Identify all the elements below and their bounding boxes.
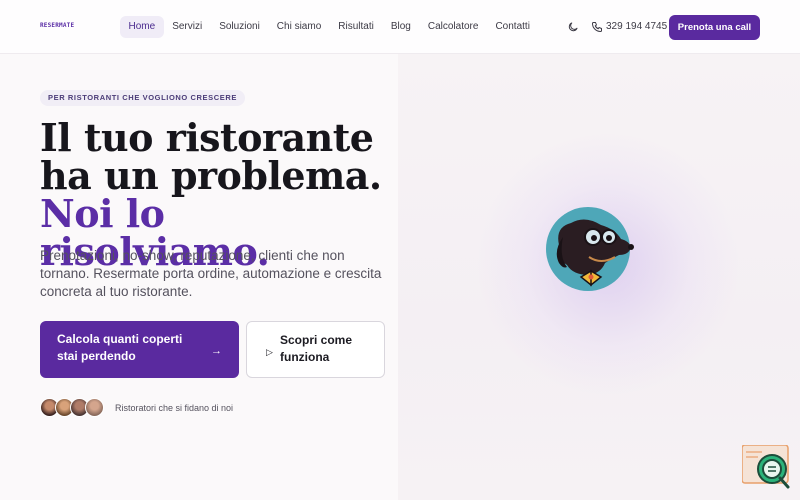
- play-icon: ▷: [266, 347, 273, 357]
- hero-subtext: Prenotazioni, no-show, reputazione, clie…: [40, 248, 382, 299]
- nav-item-servizi[interactable]: Servizi: [164, 16, 211, 38]
- trust-avatars: [40, 398, 104, 417]
- how-it-works-label: Scopri come funziona: [280, 333, 353, 364]
- avatar: [85, 398, 104, 417]
- logo[interactable]: RESERMATE: [40, 22, 74, 29]
- nav-item-calcolatore[interactable]: Calcolatore: [419, 16, 487, 38]
- nav-item-soluzioni[interactable]: Soluzioni: [211, 16, 269, 38]
- nav-item-home[interactable]: Home: [120, 16, 164, 38]
- calculate-covers-label: Calcola quanti coperti stai perdendo: [57, 332, 183, 363]
- main-nav: Home Servizi Soluzioni Chi siamo Risulta…: [120, 16, 538, 38]
- nav-item-blog[interactable]: Blog: [382, 16, 419, 38]
- trust-text: Ristoratori che si fidano di noi: [115, 403, 234, 413]
- phone-icon[interactable]: [591, 21, 603, 33]
- nav-item-chi-siamo[interactable]: Chi siamo: [268, 16, 329, 38]
- site-header: RESERMATE Home Servizi Soluzioni Chi sia…: [0, 0, 800, 54]
- chat-widget-icon[interactable]: [742, 445, 792, 490]
- headline-main: Il tuo ristorante ha un problema.: [40, 115, 382, 198]
- mascot-dog-icon: [546, 207, 634, 291]
- moon-icon[interactable]: [567, 21, 579, 33]
- phone-number[interactable]: 329 194 4745: [606, 21, 667, 32]
- nav-item-contatti[interactable]: Contatti: [487, 16, 538, 38]
- hero-eyebrow: PER RISTORANTI CHE VOGLIONO CRESCERE: [40, 90, 245, 106]
- nav-item-risultati[interactable]: Risultati: [330, 16, 383, 38]
- book-call-button[interactable]: Prenota una call: [669, 15, 760, 40]
- arrow-right-icon: →: [211, 345, 222, 357]
- calculate-covers-button[interactable]: Calcola quanti coperti stai perdendo →: [40, 321, 239, 378]
- how-it-works-button[interactable]: ▷ Scopri come funziona: [246, 321, 385, 378]
